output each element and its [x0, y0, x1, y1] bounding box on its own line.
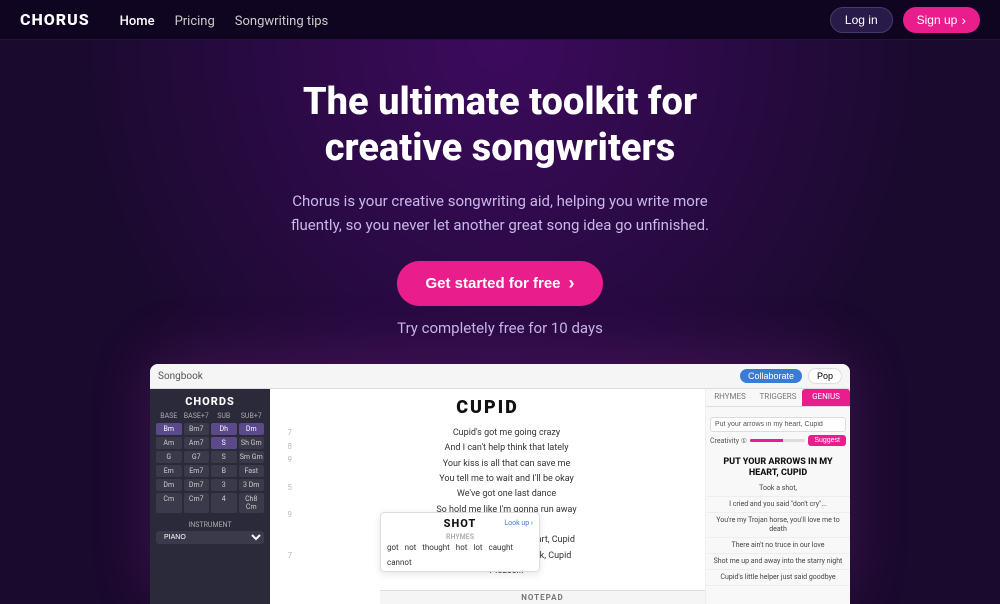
hero-headline: The ultimate toolkit for creative songwr…: [303, 80, 697, 171]
suggest-button[interactable]: Suggest: [808, 435, 846, 446]
nav-links: Home Pricing Songwriting tips: [120, 10, 830, 29]
signup-button[interactable]: Sign up: [903, 7, 980, 33]
shot-popup: SHOT Look up › RHYMES got not thought ho…: [380, 512, 540, 572]
app-body: CHORDS BASE BASE+7 SUB SUB+7 Bm Bm7 Dh D…: [150, 389, 850, 604]
creativity-slider[interactable]: [750, 439, 805, 442]
ch-base7: BASE+7: [184, 412, 210, 420]
ch-base: BASE: [156, 412, 182, 420]
chord-headers: BASE BASE+7 SUB SUB+7: [156, 412, 264, 420]
chord-row: G G7 S Sm Gm: [156, 451, 264, 463]
chord-cell[interactable]: S: [211, 437, 237, 449]
nav-actions: Log in Sign up: [830, 7, 980, 33]
tab-genius[interactable]: GENIUS: [802, 389, 850, 406]
hero-subtext: Chorus is your creative songwriting aid,…: [290, 189, 710, 237]
chord-row: Dm Dm7 3 3 Dm: [156, 479, 264, 491]
genius-result-title: PUT YOUR ARROWS IN MY HEART, CUPID: [706, 453, 850, 481]
chord-cell[interactable]: B: [211, 465, 237, 477]
app-screenshot: Songbook Collaborate Pop CHORDS BASE BAS…: [150, 364, 850, 604]
tab-rhymes[interactable]: RHYMES: [706, 389, 754, 406]
chord-cell[interactable]: Cm: [156, 493, 182, 513]
chord-cell[interactable]: 3: [211, 479, 237, 491]
breadcrumb: Songbook: [158, 371, 203, 382]
rhymes-label: RHYMES: [387, 533, 533, 541]
chord-cell[interactable]: Sh Gm: [239, 437, 265, 449]
genius-result-item: I cried and you said "don't cry"...: [706, 497, 850, 513]
chord-cell[interactable]: Bm7: [184, 423, 210, 435]
lyric-line: You tell me to wait and I'll be okay: [296, 472, 697, 487]
collaborate-button[interactable]: Collaborate: [740, 369, 802, 383]
chord-row: Cm Cm7 4 Ch8 Cm: [156, 493, 264, 513]
chord-cell[interactable]: Am: [156, 437, 182, 449]
chord-cell[interactable]: Dm: [239, 423, 265, 435]
creativity-row: Creativity ① Suggest: [710, 435, 846, 446]
genius-result-item: Cupid's little helper just said goodbye: [706, 570, 850, 586]
notepad-section: NOTEPAD: [380, 590, 705, 604]
chord-row: Bm Bm7 Dh Dm: [156, 423, 264, 435]
line-numbers: 7 8 9 5 9 7: [278, 426, 296, 579]
lookup-link[interactable]: Look up ›: [504, 519, 533, 527]
chord-cell[interactable]: Dh: [211, 423, 237, 435]
nav-songwriting-tips[interactable]: Songwriting tips: [235, 14, 329, 29]
chord-cell[interactable]: Em7: [184, 465, 210, 477]
trial-text: Try completely free for 10 days: [397, 316, 603, 340]
lyrics-panel: CUPID 7 8 9 5 9 7: [270, 389, 705, 604]
tab-triggers[interactable]: TRIGGERS: [754, 389, 802, 406]
chord-cell[interactable]: Cm7: [184, 493, 210, 513]
chord-cell[interactable]: 4: [211, 493, 237, 513]
chord-cell[interactable]: Em: [156, 465, 182, 477]
app-topbar: Songbook Collaborate Pop: [150, 364, 850, 389]
instrument-section: INSTRUMENT PIANO GUITAR: [156, 521, 264, 544]
chord-cell[interactable]: Ch8 Cm: [239, 493, 265, 513]
genius-panel: RHYMES TRIGGERS GENIUS Creativity ① Sugg…: [705, 389, 850, 604]
logo: CHORUS: [20, 10, 90, 29]
chord-cell[interactable]: S: [211, 451, 237, 463]
genius-tabs: RHYMES TRIGGERS GENIUS: [706, 389, 850, 407]
lyric-line: And I can't help think that lately: [296, 441, 697, 456]
login-button[interactable]: Log in: [830, 7, 893, 33]
chord-cell[interactable]: Bm: [156, 423, 182, 435]
genius-result-item: There ain't no truce in our love: [706, 538, 850, 554]
ch-sub: SUB: [211, 412, 237, 420]
hero-section: The ultimate toolkit for creative songwr…: [0, 40, 1000, 604]
instrument-select[interactable]: PIANO GUITAR: [156, 531, 264, 544]
genius-result-item: You're my Trojan horse, you'll love me t…: [706, 513, 850, 538]
topbar-right: Collaborate Pop: [740, 368, 842, 384]
lyric-line: Cupid's got me going crazy: [296, 426, 697, 441]
song-title: CUPID: [278, 397, 697, 418]
chord-cell[interactable]: G: [156, 451, 182, 463]
cta-button[interactable]: Get started for free: [397, 261, 602, 306]
chords-panel: CHORDS BASE BASE+7 SUB SUB+7 Bm Bm7 Dh D…: [150, 389, 270, 604]
nav-home[interactable]: Home: [120, 14, 155, 29]
instrument-label: INSTRUMENT: [156, 521, 264, 529]
genius-result-item: Shot me up and away into the starry nigh…: [706, 554, 850, 570]
pop-button[interactable]: Pop: [808, 368, 842, 384]
chord-cell[interactable]: Sm Gm: [239, 451, 265, 463]
nav-pricing[interactable]: Pricing: [175, 14, 215, 29]
ch-sub7: SUB+7: [239, 412, 265, 420]
lyric-line: Your kiss is all that can save me: [296, 457, 697, 472]
chord-cell[interactable]: Fast: [239, 465, 265, 477]
creativity-label: Creativity ①: [710, 437, 747, 445]
genius-input[interactable]: [710, 417, 846, 432]
chord-cell[interactable]: G7: [184, 451, 210, 463]
notepad-label: NOTEPAD: [521, 593, 563, 602]
lyric-line: We've got one last dance: [296, 487, 697, 502]
genius-result-item: Took a shot,: [706, 481, 850, 497]
chord-cell[interactable]: 3 Dm: [239, 479, 265, 491]
chord-cell[interactable]: Dm: [156, 479, 182, 491]
chord-row: Am Am7 S Sh Gm: [156, 437, 264, 449]
genius-input-area: Creativity ① Suggest: [706, 407, 850, 453]
chord-row: Em Em7 B Fast: [156, 465, 264, 477]
chords-title: CHORDS: [156, 395, 264, 408]
chord-cell[interactable]: Am7: [184, 437, 210, 449]
navbar: CHORUS Home Pricing Songwriting tips Log…: [0, 0, 1000, 40]
rhyme-words: got not thought hot lot caught cannot: [387, 543, 533, 567]
chord-cell[interactable]: Dm7: [184, 479, 210, 491]
